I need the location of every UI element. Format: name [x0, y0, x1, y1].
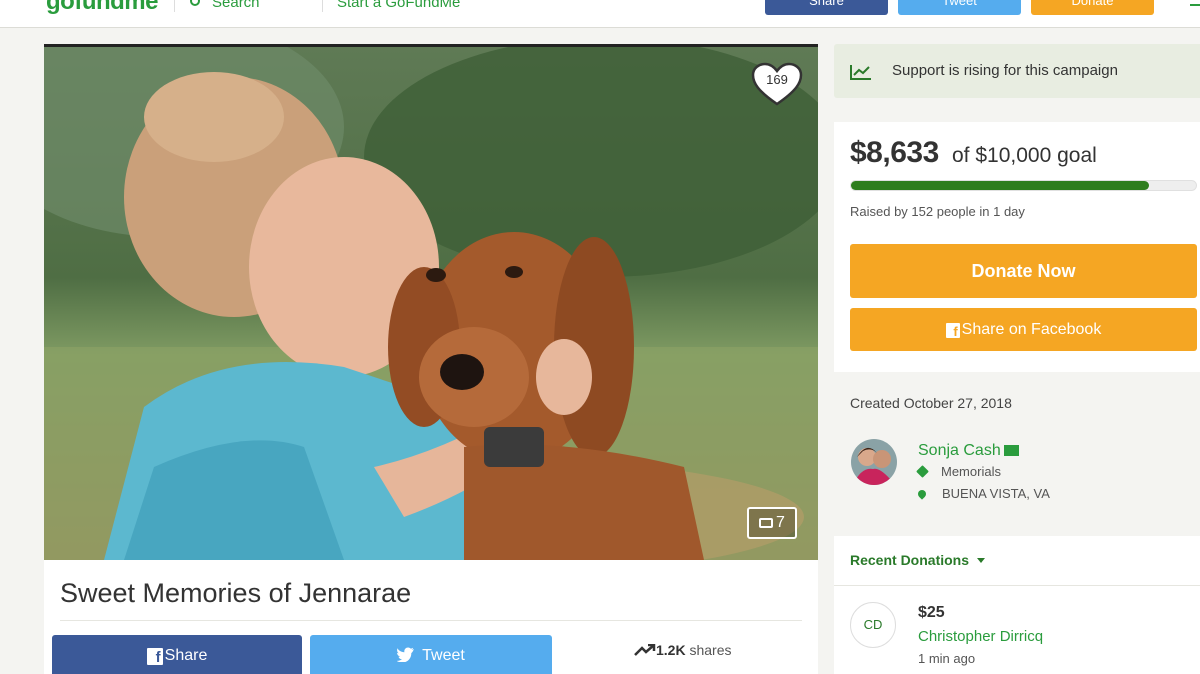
campaign-category[interactable]: Memorials	[916, 464, 1001, 479]
tag-icon	[916, 465, 929, 478]
header-share-label: Share	[809, 0, 844, 8]
hamburger-menu-icon[interactable]	[1190, 4, 1200, 6]
shares-number: 1.2K	[656, 642, 686, 658]
heart-button[interactable]: 169	[750, 61, 804, 107]
recent-donations-label: Recent Donations	[850, 552, 970, 568]
search-link[interactable]: Search	[190, 0, 260, 11]
goal-progress-fill	[851, 181, 1149, 190]
facebook-icon: f	[146, 648, 163, 666]
header-donate-button[interactable]: Donate	[1031, 0, 1154, 15]
header-tweet-label: Tweet	[942, 0, 977, 8]
raised-amount: $8,633	[850, 136, 939, 169]
map-pin-icon	[916, 488, 928, 500]
campaign-hero-image[interactable]: 169 7	[44, 44, 818, 560]
heart-count: 169	[766, 72, 788, 87]
organizer-name-link[interactable]: Sonja Cash	[918, 442, 1019, 460]
search-label: Search	[212, 0, 260, 11]
header-donate-label: Donate	[1071, 0, 1114, 8]
organizer-name: Sonja Cash	[918, 442, 1001, 459]
share-on-facebook-button[interactable]: f Share on Facebook	[850, 308, 1197, 351]
chart-rising-icon	[850, 65, 871, 80]
donation-goal-card: $8,633 of $10,000 goal Raised by 152 peo…	[834, 122, 1200, 372]
recent-divider	[834, 585, 1200, 586]
created-date: Created October 27, 2018	[850, 395, 1012, 411]
twitter-bird-icon	[396, 647, 415, 663]
category-label: Memorials	[941, 464, 1001, 479]
support-rising-text: Support is rising for this campaign	[892, 62, 1118, 79]
shares-count: 1.2K shares	[634, 642, 732, 658]
campaign-photo	[44, 47, 818, 560]
gofundme-logo[interactable]: gofundme	[46, 0, 158, 16]
donor-name[interactable]: Christopher Dirricq	[918, 628, 1043, 645]
header-share-button[interactable]: Share	[765, 0, 888, 15]
search-icon	[190, 0, 200, 6]
campaign-location: BUENA VISTA, VA	[916, 486, 1050, 501]
header-tweet-button[interactable]: Tweet	[898, 0, 1021, 15]
recent-donations-card: Recent Donations CD $25 Christopher Dirr…	[834, 536, 1200, 674]
donor-avatar: CD	[850, 602, 896, 648]
shares-label: shares	[689, 642, 732, 658]
nav-divider	[322, 0, 323, 12]
goal-progress-bar	[850, 180, 1197, 191]
goal-text: of $10,000 goal	[952, 144, 1097, 167]
donation-amount: $25	[918, 604, 945, 621]
facebook-share-button[interactable]: f Share	[52, 635, 302, 674]
start-gofundme-link[interactable]: Start a GoFundMe	[337, 0, 460, 11]
facebook-icon: f	[945, 323, 960, 339]
photo-count: 7	[776, 514, 785, 531]
donate-now-button[interactable]: Donate Now	[850, 244, 1197, 298]
photo-gallery-button[interactable]: 7	[747, 507, 797, 539]
recent-donations-dropdown[interactable]: Recent Donations	[850, 552, 986, 568]
share-on-facebook-label: Share on Facebook	[961, 321, 1102, 338]
top-nav-bar: gofundme Search Start a GoFundMe Share T…	[0, 0, 1200, 28]
tweet-label: Tweet	[422, 647, 465, 664]
location-label: BUENA VISTA, VA	[942, 486, 1050, 501]
chevron-down-icon	[977, 558, 986, 563]
raised-by-text: Raised by 152 people in 1 day	[850, 204, 1025, 219]
donation-time: 1 min ago	[918, 651, 976, 666]
organizer-avatar[interactable]	[851, 439, 897, 485]
tweet-button[interactable]: Tweet	[310, 635, 552, 674]
campaign-title: Sweet Memories of Jennarae	[60, 578, 412, 608]
envelope-icon[interactable]	[1003, 445, 1019, 456]
camera-icon	[759, 518, 774, 528]
campaign-title-card: Sweet Memories of Jennarae f Share Tweet …	[44, 560, 818, 674]
title-divider	[60, 620, 802, 621]
trending-arrow-icon	[634, 643, 656, 656]
nav-divider	[174, 0, 175, 12]
facebook-share-label: Share	[164, 647, 208, 664]
organizer-photo	[851, 439, 897, 485]
support-rising-banner: Support is rising for this campaign	[834, 44, 1200, 98]
